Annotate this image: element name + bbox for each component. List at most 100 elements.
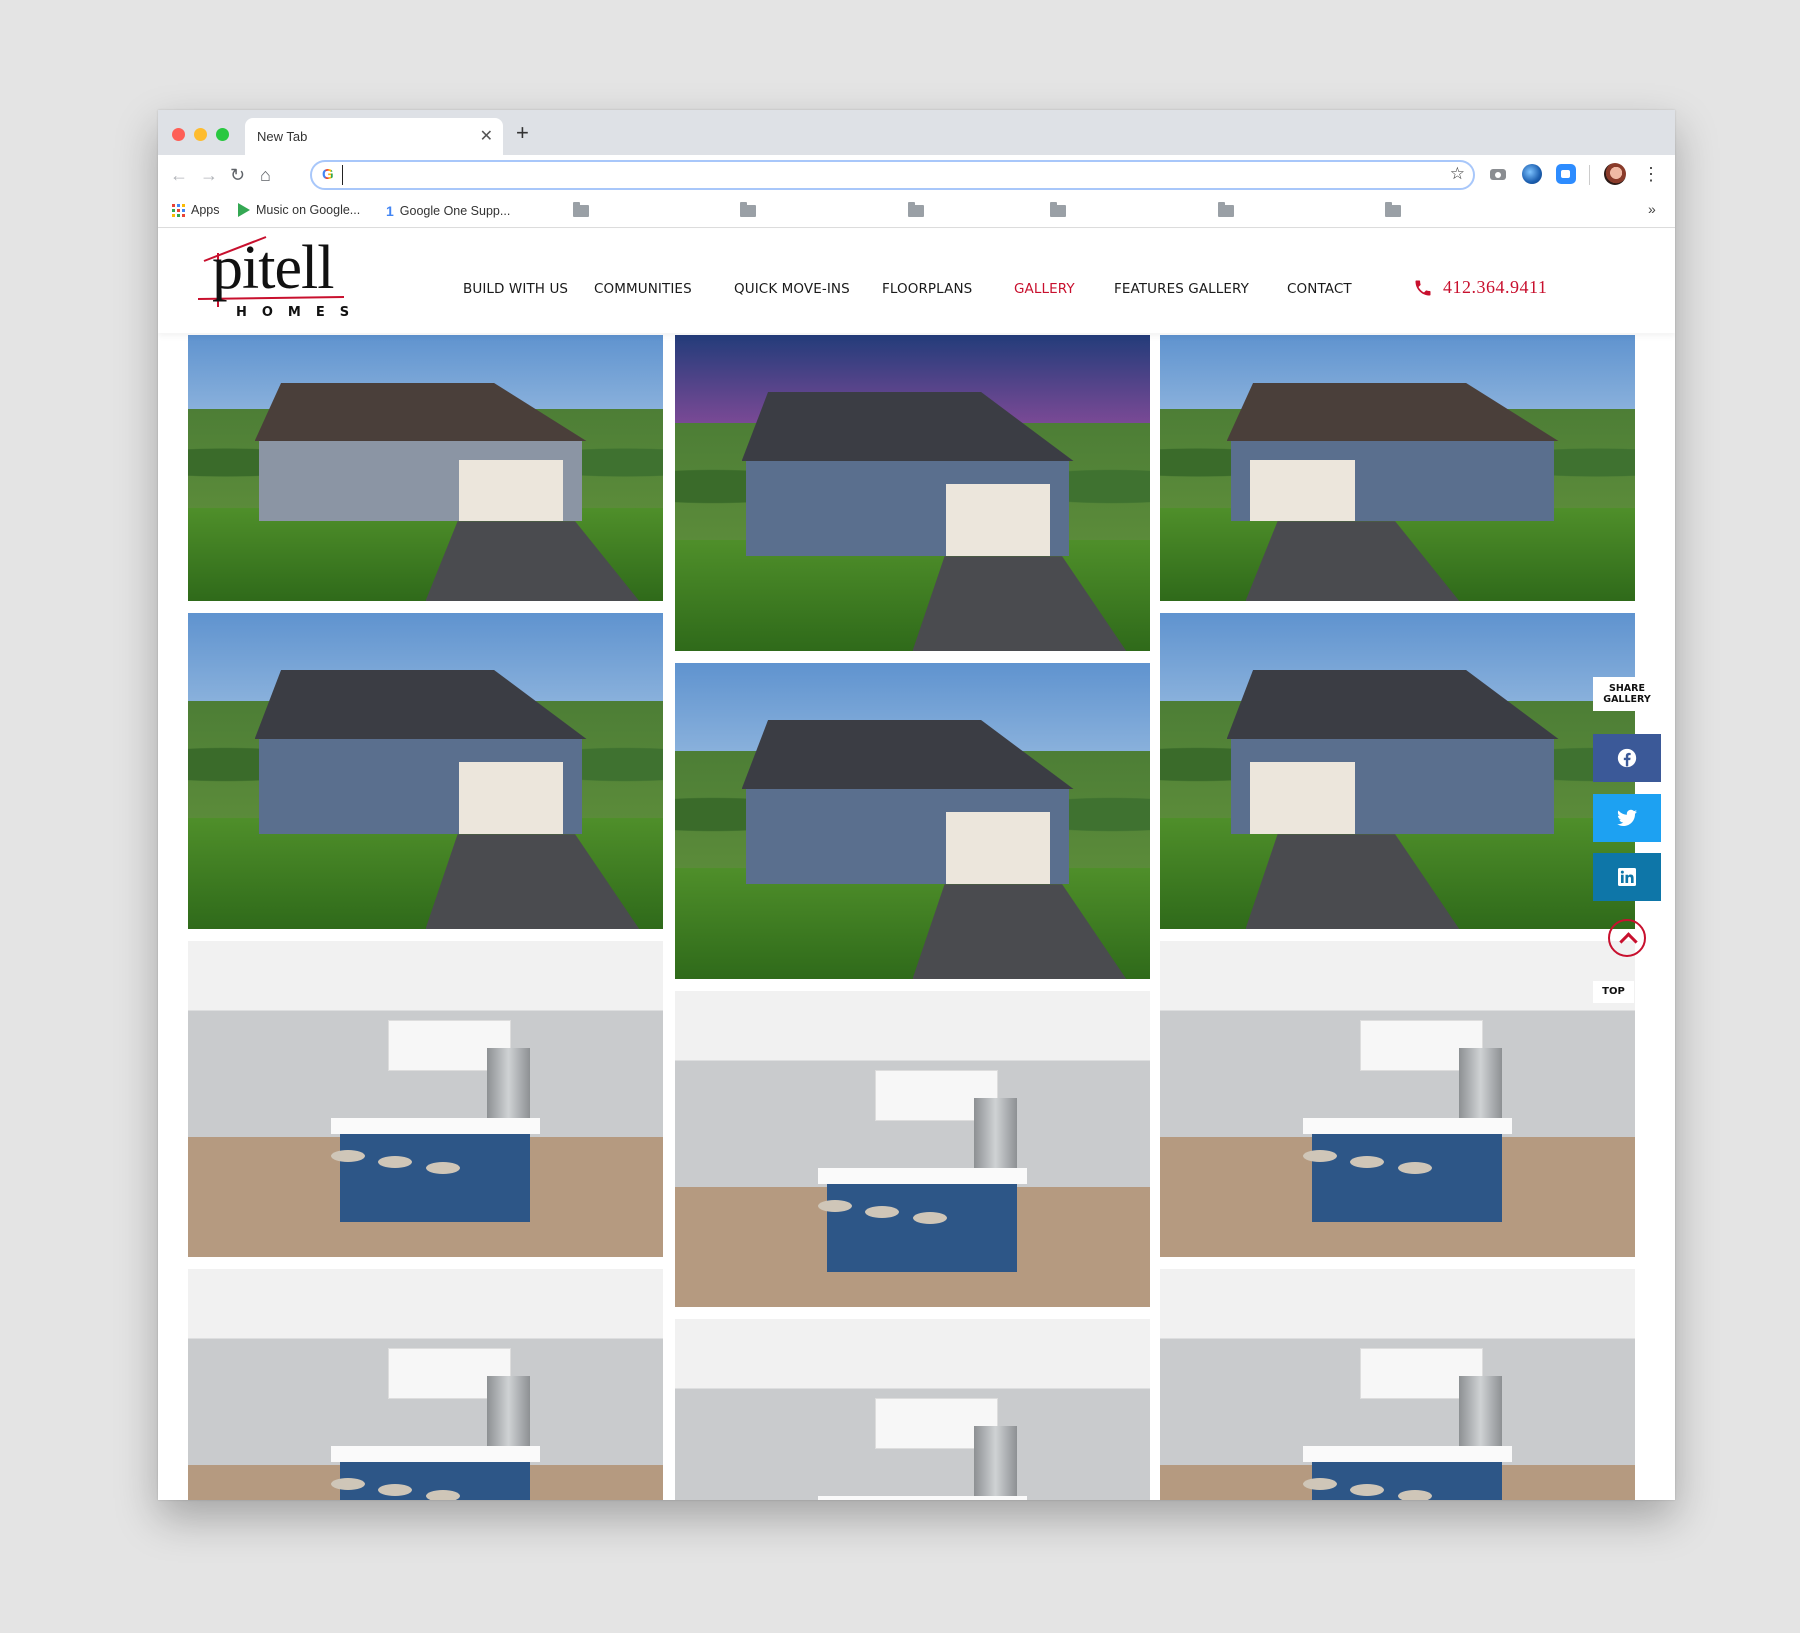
- garage-door: [458, 761, 564, 835]
- gallery-photo[interactable]: [188, 1269, 663, 1500]
- island-counter: [330, 1117, 540, 1134]
- gallery-photo[interactable]: [1160, 941, 1635, 1257]
- bar-stool: [1302, 1149, 1337, 1162]
- gallery-photo[interactable]: [188, 613, 663, 929]
- island-counter: [817, 1167, 1027, 1184]
- bar-stool: [1302, 1477, 1337, 1490]
- gallery-photo[interactable]: [1160, 1269, 1635, 1500]
- island-counter: [330, 1445, 540, 1462]
- gallery-photo[interactable]: [188, 941, 663, 1257]
- home-icon[interactable]: ⌂: [260, 163, 271, 187]
- browser-window: New Tab ✕ + ← → ↻ ⌂ G ☆ ⋮ Apps Music on …: [158, 110, 1675, 1500]
- bar-stool: [1397, 1490, 1432, 1500]
- gallery-photo[interactable]: [675, 335, 1150, 651]
- twitter-icon: [1617, 809, 1637, 826]
- tab-new-tab[interactable]: New Tab ✕: [245, 118, 503, 155]
- bookmark-folder-icon[interactable]: [740, 202, 756, 217]
- bookmark-label: Apps: [191, 203, 220, 217]
- gallery-photo[interactable]: [675, 1319, 1150, 1500]
- close-tab-icon[interactable]: ✕: [480, 126, 493, 146]
- bookmark-folder-icon[interactable]: [1218, 202, 1234, 217]
- google-icon: G: [322, 166, 334, 183]
- tab-strip: New Tab ✕ +: [158, 110, 1675, 155]
- bookmark-folder-icon[interactable]: [1385, 202, 1401, 217]
- kitchen-island: [340, 1133, 530, 1223]
- bookmark-star-icon[interactable]: ☆: [1450, 164, 1465, 184]
- gallery-photo[interactable]: [1160, 613, 1635, 929]
- address-bar[interactable]: G ☆: [310, 160, 1475, 190]
- phone-icon: [1415, 280, 1431, 295]
- menu-icon[interactable]: ⋮: [1642, 162, 1660, 186]
- kitchen-island: [1312, 1133, 1502, 1223]
- bar-stool: [425, 1162, 460, 1175]
- logo-wordmark: pitell: [212, 234, 334, 302]
- bookmark-folder-icon[interactable]: [573, 202, 589, 217]
- google-one-icon: 1: [386, 203, 394, 219]
- nav-contact[interactable]: CONTACT: [1287, 281, 1352, 297]
- gallery-photo[interactable]: [675, 663, 1150, 979]
- gallery-photo[interactable]: [188, 335, 663, 601]
- phone-link[interactable]: 412.364.9411: [1413, 277, 1547, 298]
- globe-icon[interactable]: [1522, 164, 1542, 184]
- bar-stool: [912, 1212, 947, 1225]
- nav-floorplans[interactable]: FLOORPLANS: [882, 281, 972, 297]
- bookmark-apps[interactable]: Apps: [172, 203, 220, 217]
- share-label-line: GALLERY: [1603, 694, 1651, 705]
- bookmark-music[interactable]: Music on Google...: [238, 203, 360, 217]
- phone-number: 412.364.9411: [1443, 277, 1548, 297]
- bar-stool: [1397, 1162, 1432, 1175]
- pitell-homes-logo[interactable]: pitell HOMES: [194, 234, 349, 327]
- camera-icon[interactable]: [1488, 164, 1508, 184]
- scroll-to-top-button[interactable]: [1608, 919, 1646, 957]
- share-label-line: SHARE: [1609, 683, 1645, 694]
- share-facebook-button[interactable]: [1593, 734, 1661, 782]
- profile-avatar[interactable]: [1604, 163, 1626, 185]
- bookmark-google-one[interactable]: 1 Google One Supp...: [386, 203, 510, 219]
- site-header: pitell HOMES BUILD WITH US COMMUNITIES Q…: [158, 229, 1675, 333]
- island-counter: [1302, 1117, 1512, 1134]
- bar-stool: [865, 1205, 899, 1218]
- website: pitell HOMES BUILD WITH US COMMUNITIES Q…: [158, 229, 1675, 1500]
- back-icon[interactable]: ←: [170, 163, 188, 187]
- forward-icon[interactable]: →: [200, 163, 218, 187]
- bookmark-folder-icon[interactable]: [1050, 202, 1066, 217]
- bar-stool: [330, 1477, 365, 1490]
- close-window-button[interactable]: [172, 128, 185, 141]
- share-twitter-button[interactable]: [1593, 794, 1661, 842]
- bookmark-label: Music on Google...: [256, 203, 361, 217]
- minimize-window-button[interactable]: [194, 128, 207, 141]
- garage-door: [945, 811, 1051, 885]
- kitchen-island: [827, 1183, 1017, 1273]
- bookmark-label: Google One Supp...: [399, 204, 511, 218]
- gallery-photo[interactable]: [1160, 335, 1635, 601]
- bookmarks-bar: Apps Music on Google... 1 Google One Sup…: [158, 195, 1675, 228]
- bookmarks-overflow-icon[interactable]: »: [1648, 201, 1656, 217]
- bar-stool: [1350, 1483, 1384, 1496]
- top-label[interactable]: TOP: [1593, 981, 1634, 1003]
- maximize-window-button[interactable]: [216, 128, 229, 141]
- nav-gallery[interactable]: GALLERY: [1014, 281, 1075, 297]
- garage-door: [1250, 460, 1355, 522]
- bar-stool: [425, 1490, 460, 1500]
- garage-door: [1250, 761, 1355, 835]
- new-tab-button[interactable]: +: [516, 120, 529, 146]
- nav-build-with-us[interactable]: BUILD WITH US: [463, 281, 568, 297]
- zoom-icon[interactable]: [1556, 164, 1576, 184]
- bar-stool: [817, 1199, 852, 1212]
- nav-features-gallery[interactable]: FEATURES GALLERY: [1114, 281, 1249, 297]
- address-input[interactable]: [342, 165, 1432, 185]
- bookmark-folder-icon[interactable]: [908, 202, 924, 217]
- nav-communities[interactable]: COMMUNITIES: [594, 281, 692, 297]
- gallery-photo[interactable]: [675, 991, 1150, 1307]
- bar-stool: [1350, 1155, 1384, 1168]
- bar-stool: [378, 1155, 412, 1168]
- share-linkedin-button[interactable]: [1593, 853, 1661, 901]
- bar-stool: [330, 1149, 365, 1162]
- garage-door: [945, 483, 1051, 557]
- bar-stool: [378, 1483, 412, 1496]
- toolbar-divider: [1589, 165, 1590, 185]
- nav-quick-move-ins[interactable]: QUICK MOVE-INS: [734, 281, 850, 297]
- share-gallery-label: SHARE GALLERY: [1593, 677, 1661, 711]
- linkedin-icon: [1618, 868, 1636, 886]
- reload-icon[interactable]: ↻: [230, 163, 245, 187]
